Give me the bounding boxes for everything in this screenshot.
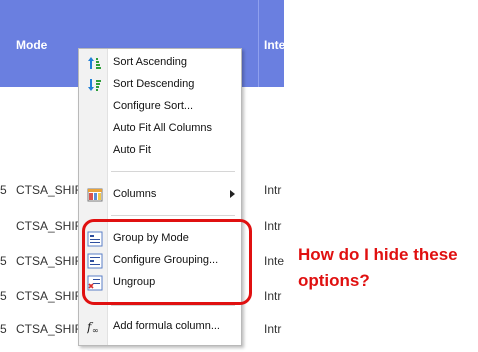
menu-item-sort-descending[interactable]: Sort Descending bbox=[79, 75, 241, 95]
formula-icon: f ∞ bbox=[86, 319, 103, 335]
highlight-box bbox=[82, 219, 252, 305]
annotation-line: How do I hide these bbox=[298, 245, 458, 264]
inte-cell: Intr bbox=[264, 289, 282, 303]
column-header-inte[interactable]: Inte bbox=[264, 38, 285, 52]
menu-item-columns[interactable]: Columns bbox=[79, 185, 241, 205]
annotation-line: options? bbox=[298, 271, 370, 290]
sort-ascending-icon bbox=[87, 55, 103, 71]
menu-item-sort-ascending[interactable]: Sort Ascending bbox=[79, 53, 241, 73]
menu-item-label: Auto Fit bbox=[113, 144, 151, 156]
menu-separator bbox=[111, 171, 235, 172]
row-prefix: 5 bbox=[0, 254, 7, 268]
menu-item-label: Add formula column... bbox=[113, 320, 220, 332]
menu-item-configure-sort[interactable]: Configure Sort... bbox=[79, 97, 241, 117]
inte-cell: Intr bbox=[264, 219, 282, 233]
menu-item-label: Columns bbox=[113, 188, 157, 200]
submenu-arrow-icon bbox=[230, 190, 235, 198]
menu-separator bbox=[111, 305, 235, 306]
menu-item-label: Sort Ascending bbox=[113, 56, 187, 68]
menu-item-label: Configure Sort... bbox=[113, 100, 194, 112]
menu-item-label: Auto Fit All Columns bbox=[113, 122, 213, 134]
sort-descending-icon bbox=[87, 77, 103, 93]
inte-cell: Inte bbox=[264, 254, 285, 268]
row-prefix: 5 bbox=[0, 183, 7, 197]
columns-icon bbox=[87, 187, 103, 203]
row-prefix: 5 bbox=[0, 289, 7, 303]
column-header-mode[interactable]: Mode bbox=[16, 38, 47, 52]
inte-cell: Intr bbox=[264, 183, 282, 197]
annotation-question: How do I hide these options? bbox=[298, 242, 458, 294]
menu-item-auto-fit[interactable]: Auto Fit bbox=[79, 141, 241, 161]
column-divider[interactable] bbox=[258, 0, 259, 87]
svg-text:∞: ∞ bbox=[92, 326, 99, 335]
menu-item-add-formula-column[interactable]: f ∞ Add formula column... bbox=[79, 317, 241, 337]
menu-item-auto-fit-all-columns[interactable]: Auto Fit All Columns bbox=[79, 119, 241, 139]
menu-separator bbox=[111, 215, 235, 216]
row-prefix: 5 bbox=[0, 322, 7, 336]
inte-cell: Intr bbox=[264, 322, 282, 336]
menu-item-label: Sort Descending bbox=[113, 78, 195, 90]
